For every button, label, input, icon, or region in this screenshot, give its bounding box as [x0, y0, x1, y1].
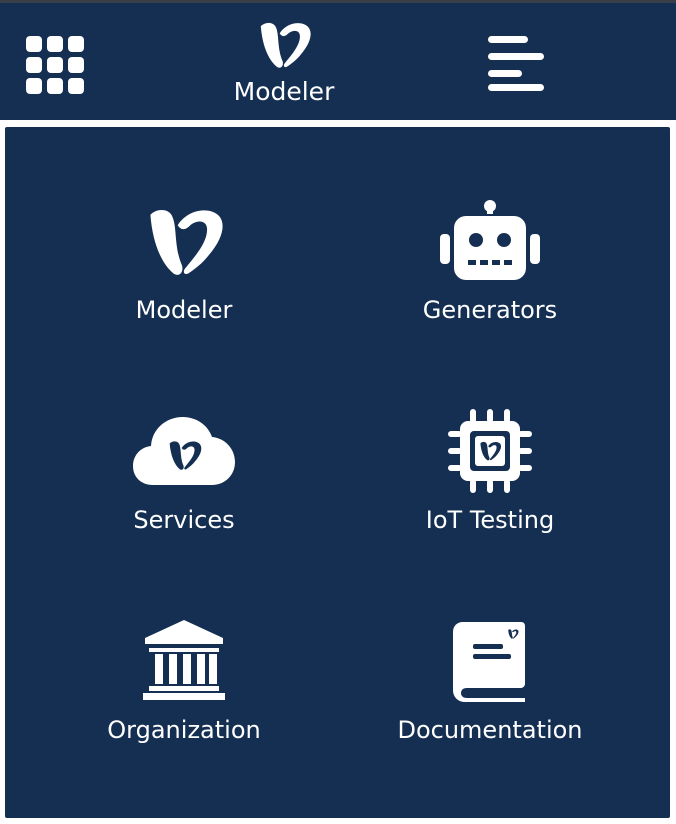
tile-organization[interactable]: Organization [34, 547, 334, 744]
modeler-logo-icon [260, 22, 311, 68]
modeler-logo-icon [150, 209, 223, 275]
hamburger-menu-icon [488, 36, 528, 43]
book-icon [453, 622, 525, 702]
cloud-icon [133, 417, 235, 485]
tile-generators[interactable]: Generators [340, 127, 640, 324]
app-tiles-panel: Modeler Generators Services IoT Testing … [5, 127, 670, 818]
tile-label: Services [133, 506, 235, 534]
robot-icon [440, 200, 540, 280]
chip-icon [448, 409, 532, 493]
grid-icon [26, 36, 42, 52]
apps-grid-button[interactable] [26, 36, 84, 94]
brand-label: Modeler [233, 77, 335, 106]
building-icon [143, 620, 225, 700]
tile-label: IoT Testing [425, 506, 555, 534]
tile-services[interactable]: Services [34, 337, 334, 534]
tile-label: Generators [422, 296, 558, 324]
app-launcher-page: Modeler Modeler Generators Services IoT … [0, 0, 676, 824]
tile-label: Modeler [135, 296, 233, 324]
tile-iot-testing[interactable]: IoT Testing [340, 337, 640, 534]
tile-modeler[interactable]: Modeler [34, 127, 334, 324]
brand-home-link[interactable]: Modeler [222, 15, 346, 115]
top-bar: Modeler [0, 0, 676, 120]
tile-label: Organization [107, 716, 261, 744]
tile-label: Documentation [397, 716, 583, 744]
tile-documentation[interactable]: Documentation [340, 547, 640, 744]
hamburger-menu-button[interactable] [488, 36, 548, 94]
